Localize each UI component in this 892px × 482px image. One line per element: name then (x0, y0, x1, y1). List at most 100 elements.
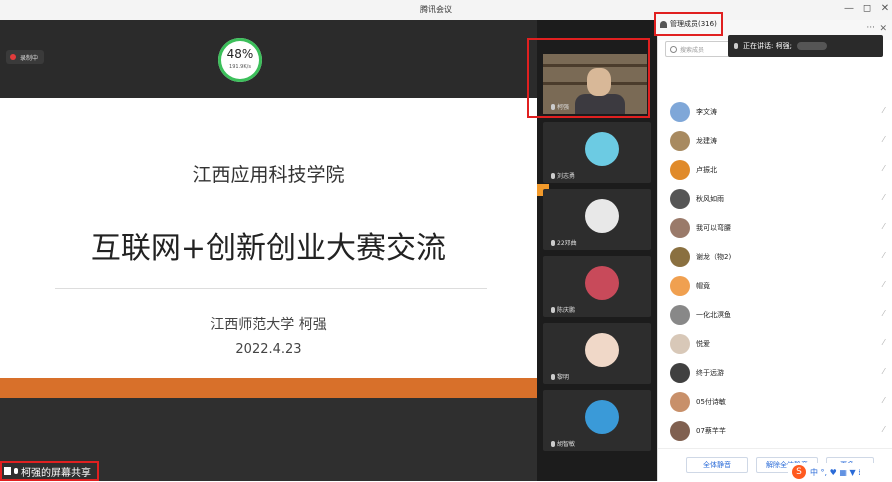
member-row[interactable]: 我可以弯腰 ⁄ (658, 214, 892, 242)
mic-muted-icon[interactable]: ⁄ (883, 164, 888, 174)
speaker-body (575, 94, 625, 114)
member-name: 谢龙（物2) (696, 253, 732, 261)
mute-all-button[interactable]: 全体静音 (686, 457, 748, 473)
mic-muted-icon[interactable]: ⁄ (883, 367, 888, 377)
member-name: 一化北溟鱼 (696, 311, 731, 319)
more-options-icon[interactable]: ··· (866, 23, 875, 33)
ime-controls: 中 °, ♥ ▦ ▼ ⁞ (810, 467, 861, 477)
input-method-toolbar[interactable]: S 中 °, ♥ ▦ ▼ ⁞ (788, 463, 892, 481)
slide-date: 2022.4.23 (235, 342, 302, 357)
mic-muted-icon[interactable]: ⁄ (883, 251, 888, 261)
video-tile[interactable]: 22邓曲 (543, 189, 651, 250)
member-name: 李文涛 (696, 108, 717, 116)
mic-muted-icon[interactable]: ⁄ (883, 338, 888, 348)
mic-icon (551, 373, 555, 380)
slide-title: 互联网+创新创业大赛交流 (90, 231, 447, 266)
video-tile-name: 黎明 (557, 374, 570, 381)
member-row[interactable]: 谢龙（物2) ⁄ (658, 243, 892, 271)
network-percent: 48% (226, 47, 254, 61)
member-row[interactable]: 终于远游 ⁄ (658, 359, 892, 387)
member-name: 悦爱 (696, 340, 710, 348)
people-icon (660, 20, 667, 28)
search-icon (670, 45, 677, 53)
recording-indicator[interactable]: 录制中 (6, 50, 45, 64)
video-tile[interactable]: 刘志勇 (543, 122, 651, 183)
members-title-text: 管理成员(316) (670, 20, 717, 28)
mic-muted-icon[interactable]: ⁄ (883, 396, 888, 406)
speaking-indicator: 正在讲话: 柯强; (728, 35, 883, 57)
avatar (585, 132, 619, 166)
member-name: 终于远游 (696, 369, 724, 377)
member-row[interactable]: 卢振北 ⁄ (658, 156, 892, 184)
mic-icon (551, 103, 555, 110)
mic-muted-icon[interactable]: ⁄ (883, 425, 888, 435)
member-row[interactable]: 秋风如雨 ⁄ (658, 185, 892, 213)
avatar (585, 400, 619, 434)
avatar (585, 266, 619, 300)
video-tile[interactable]: 胡智敏 (543, 390, 651, 451)
member-row[interactable]: 07蔡芊芊 ⁄ (658, 417, 892, 445)
video-tile-label: 22邓曲 (551, 238, 577, 247)
close-button[interactable]: ✕ (878, 2, 892, 16)
member-row[interactable]: 龙建涛 ⁄ (658, 127, 892, 155)
speaker-face (587, 68, 611, 96)
member-name: 卢振北 (696, 166, 717, 174)
app-title: 腾讯会议 (420, 5, 452, 14)
close-panel-icon[interactable]: ✕ (879, 24, 887, 34)
mic-muted-icon[interactable]: ⁄ (883, 193, 888, 203)
member-row[interactable]: 李文涛 ⁄ (658, 98, 892, 126)
mic-icon (551, 306, 555, 313)
avatar (670, 421, 690, 441)
mic-icon (14, 468, 18, 474)
shared-slide: 江西应用科技学院 互联网+创新创业大赛交流 江西师范大学 柯强 2022.4.2… (0, 98, 537, 481)
mic-muted-icon[interactable]: ⁄ (883, 309, 888, 319)
sogou-logo-icon: S (792, 465, 806, 479)
member-row[interactable]: 帽竟 ⁄ (658, 272, 892, 300)
member-name: 我可以弯腰 (696, 224, 731, 232)
video-tile-speaker[interactable]: 柯强 (543, 54, 647, 114)
member-row[interactable]: 05付诗敏 ⁄ (658, 388, 892, 416)
avatar (670, 334, 690, 354)
video-tile[interactable]: 陈庆鹏 (543, 256, 651, 317)
video-tile-name: 刘志勇 (557, 173, 576, 180)
avatar (670, 160, 690, 180)
minimize-button[interactable]: — (842, 2, 856, 16)
bookshelf-decor (543, 64, 647, 67)
members-title[interactable]: 管理成员(316) (654, 12, 723, 36)
video-tile-name: 22邓曲 (557, 240, 577, 247)
avatar (670, 218, 690, 238)
recording-label: 录制中 (20, 54, 39, 62)
slide-divider (55, 288, 487, 289)
mic-muted-icon[interactable]: ⁄ (883, 135, 888, 145)
mic-muted-icon[interactable]: ⁄ (883, 222, 888, 232)
video-tile-label: 陈庆鹏 (551, 305, 575, 314)
member-name: 07蔡芊芊 (696, 427, 726, 435)
share-screen-icon (4, 467, 11, 475)
mic-muted-icon[interactable]: ⁄ (883, 280, 888, 290)
share-label-text: 柯强的屏幕共享 (21, 467, 91, 479)
search-placeholder: 搜索成员 (680, 46, 705, 54)
mic-icon (551, 172, 555, 179)
restore-button[interactable]: ◻ (860, 2, 874, 16)
mic-muted-icon[interactable]: ⁄ (883, 106, 888, 116)
video-tile[interactable]: 黎明 (543, 323, 651, 384)
network-status: 48% 191.9K/s (218, 38, 262, 82)
avatar (670, 363, 690, 383)
search-members-input[interactable]: 搜索成员 (665, 41, 735, 57)
panel-footer: 全体静音 解除全体静音 更多 ▾ S 中 °, ♥ ▦ ▼ ⁞ (658, 448, 892, 482)
record-dot-icon (10, 54, 16, 60)
speaking-text: 正在讲话: 柯强; (743, 42, 792, 50)
video-tile-label: 胡智敏 (551, 439, 575, 448)
network-speed: 191.9K/s (229, 64, 251, 70)
member-row[interactable]: 悦爱 ⁄ (658, 330, 892, 358)
slide-author: 江西师范大学 柯强 (210, 317, 327, 333)
mic-icon (551, 239, 555, 246)
avatar (670, 392, 690, 412)
member-name: 帽竟 (696, 282, 710, 290)
member-row[interactable]: 一化北溟鱼 ⁄ (658, 301, 892, 329)
avatar (670, 305, 690, 325)
avatar (585, 199, 619, 233)
avatar (585, 333, 619, 367)
member-name: 05付诗敏 (696, 398, 726, 406)
member-name: 秋风如雨 (696, 195, 724, 203)
